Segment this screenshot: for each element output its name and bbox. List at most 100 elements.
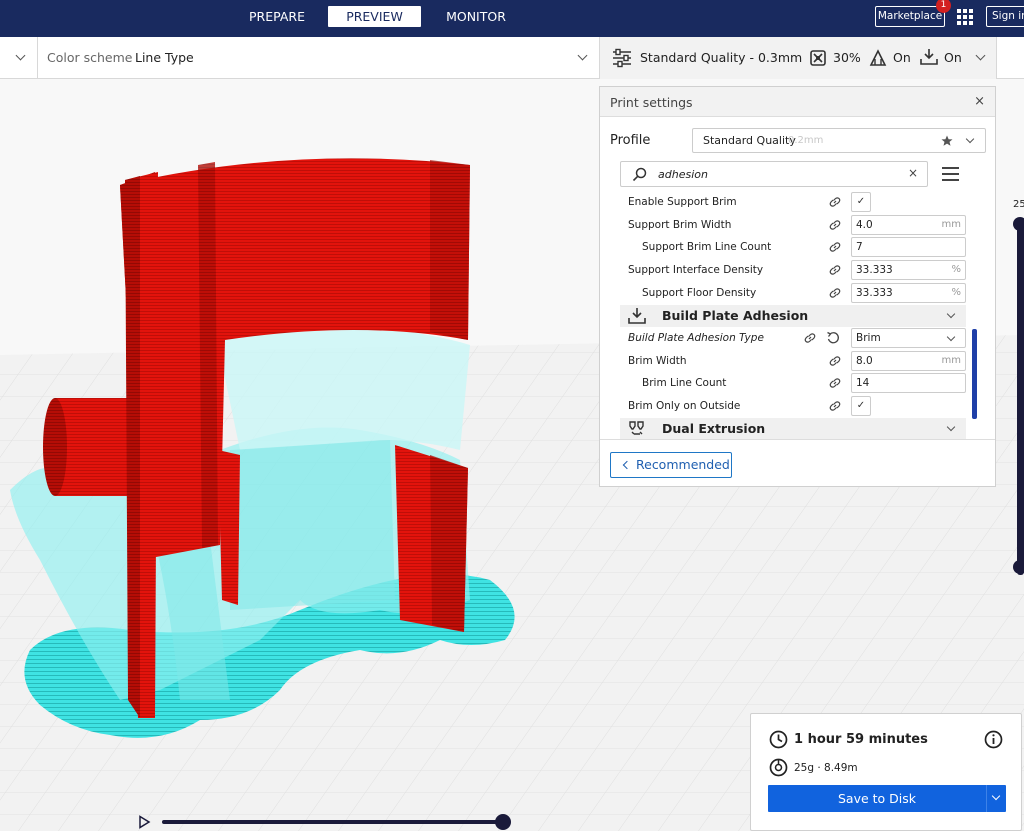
chevron-down-icon	[946, 332, 956, 342]
chevron-down-icon[interactable]	[965, 134, 975, 144]
support-interface-density-field[interactable]: 33.333 %	[851, 260, 966, 280]
brim-only-outside-checkbox[interactable]: ✓	[851, 396, 871, 416]
dual-extrusion-icon	[629, 421, 644, 435]
info-icon[interactable]	[984, 730, 1003, 749]
view-options-bar: Color scheme Line Type Standard Quality …	[0, 37, 1024, 79]
infill-icon	[810, 50, 826, 66]
path-slider[interactable]	[162, 820, 504, 824]
field-value: Brim	[856, 332, 881, 344]
setting-label: Brim Only on Outside	[628, 400, 741, 412]
chevron-down-icon[interactable]	[946, 422, 956, 432]
field-value: 33.333	[856, 264, 893, 276]
link-icon[interactable]	[828, 354, 842, 368]
save-label: Save to Disk	[837, 791, 917, 806]
quality-profile-text: Standard Quality - 0.3mm	[640, 50, 803, 65]
divider	[986, 785, 987, 812]
layer-slider[interactable]	[1017, 222, 1024, 575]
adhesion-type-select[interactable]: Brim	[851, 328, 966, 348]
reset-icon[interactable]	[826, 331, 840, 345]
section-title: Build Plate Adhesion	[662, 308, 809, 323]
color-scheme-select[interactable]: Line Type	[135, 50, 194, 65]
close-icon[interactable]: ×	[974, 94, 985, 109]
settings-menu-icon[interactable]	[942, 167, 959, 181]
settings-scrollbar[interactable]	[972, 329, 977, 419]
field-unit: mm	[941, 219, 961, 230]
chevron-left-icon	[622, 460, 632, 470]
tab-monitor[interactable]: MONITOR	[440, 6, 512, 27]
filament-spool-icon	[769, 758, 788, 777]
setting-label: Support Floor Density	[642, 287, 757, 299]
tab-preview[interactable]: PREVIEW	[328, 6, 421, 27]
link-icon[interactable]	[828, 240, 842, 254]
tab-prepare[interactable]: PREPARE	[241, 6, 313, 27]
adhesion-icon	[920, 49, 938, 65]
setting-label: Brim Width	[628, 355, 687, 367]
chevron-down-icon[interactable]	[577, 50, 588, 61]
support-value: On	[893, 50, 911, 65]
save-to-disk-button[interactable]: Save to Disk	[768, 785, 1006, 812]
panel-footer: Recommended	[600, 439, 995, 486]
link-icon[interactable]	[828, 195, 842, 209]
layer-number: 25	[1013, 199, 1024, 210]
profile-select[interactable]: Standard Quality 0.2mm	[692, 128, 986, 153]
link-icon[interactable]	[828, 399, 842, 413]
field-unit: %	[951, 264, 961, 275]
setting-row: Enable Support Brim ✓	[600, 191, 970, 213]
field-unit: %	[951, 287, 961, 298]
profile-label: Profile	[610, 133, 651, 148]
link-icon[interactable]	[828, 263, 842, 277]
chevron-down-icon[interactable]	[15, 50, 26, 61]
print-setup-selector[interactable]: Standard Quality - 0.3mm 30% On On	[599, 37, 997, 79]
section-title: Dual Extrusion	[662, 421, 766, 436]
setting-row: Support Brim Width 4.0 mm	[600, 214, 970, 236]
link-icon[interactable]	[828, 218, 842, 232]
panel-header: Print settings ×	[600, 87, 995, 117]
setting-row: Support Floor Density 33.333 %	[600, 282, 970, 304]
link-icon[interactable]	[828, 286, 842, 300]
sign-in-button[interactable]: Sign in	[986, 6, 1024, 27]
settings-search-input[interactable]: adhesion ×	[620, 161, 928, 187]
apps-grid-icon[interactable]	[957, 9, 973, 25]
clock-icon	[769, 730, 788, 749]
field-unit: mm	[941, 355, 961, 366]
star-icon[interactable]	[941, 135, 953, 147]
brim-line-count-field[interactable]: 14	[851, 373, 966, 393]
setting-label: Brim Line Count	[642, 377, 727, 389]
support-brim-width-field[interactable]: 4.0 mm	[851, 215, 966, 235]
link-icon[interactable]	[828, 376, 842, 390]
profile-name: Standard Quality	[703, 134, 796, 147]
enable-support-brim-checkbox[interactable]: ✓	[851, 192, 871, 212]
setting-row: Support Brim Line Count 7	[600, 236, 970, 258]
chevron-down-icon[interactable]	[946, 309, 956, 319]
infill-value: 30%	[833, 50, 861, 65]
field-value: 33.333	[856, 287, 893, 299]
field-value: 4.0	[856, 219, 873, 231]
support-floor-density-field[interactable]: 33.333 %	[851, 283, 966, 303]
setting-label: Support Brim Line Count	[642, 241, 772, 253]
link-icon[interactable]	[803, 331, 817, 345]
path-slider-handle[interactable]	[495, 814, 511, 830]
search-query: adhesion	[658, 168, 708, 181]
field-value: 7	[856, 241, 863, 253]
chevron-down-icon[interactable]	[991, 791, 1001, 801]
settings-list[interactable]: Enable Support Brim ✓ Support Brim Width…	[600, 191, 995, 439]
print-output-panel: 1 hour 59 minutes 25g · 8.49m Save to Di…	[750, 713, 1022, 831]
material-usage: 25g · 8.49m	[794, 762, 858, 774]
settings-sliders-icon	[613, 48, 631, 68]
divider	[37, 37, 38, 79]
print-time: 1 hour 59 minutes	[794, 732, 928, 747]
play-icon[interactable]	[137, 815, 151, 829]
chevron-down-icon[interactable]	[975, 50, 986, 61]
marketplace-button[interactable]: Marketplace	[875, 6, 945, 27]
layer-slider-top-handle[interactable]	[1013, 217, 1024, 231]
recommended-button[interactable]: Recommended	[610, 452, 732, 478]
print-settings-panel: Print settings × Profile Standard Qualit…	[599, 86, 996, 487]
section-build-plate-adhesion[interactable]: Build Plate Adhesion	[620, 305, 966, 327]
section-dual-extrusion[interactable]: Dual Extrusion	[620, 418, 966, 439]
brim-width-field[interactable]: 8.0 mm	[851, 351, 966, 371]
layer-slider-bottom-handle[interactable]	[1013, 560, 1024, 574]
support-brim-line-count-field[interactable]: 7	[851, 237, 966, 257]
setting-row: Build Plate Adhesion Type Brim	[600, 327, 970, 349]
clear-search-icon[interactable]: ×	[908, 166, 918, 180]
adhesion-value: On	[944, 50, 962, 65]
